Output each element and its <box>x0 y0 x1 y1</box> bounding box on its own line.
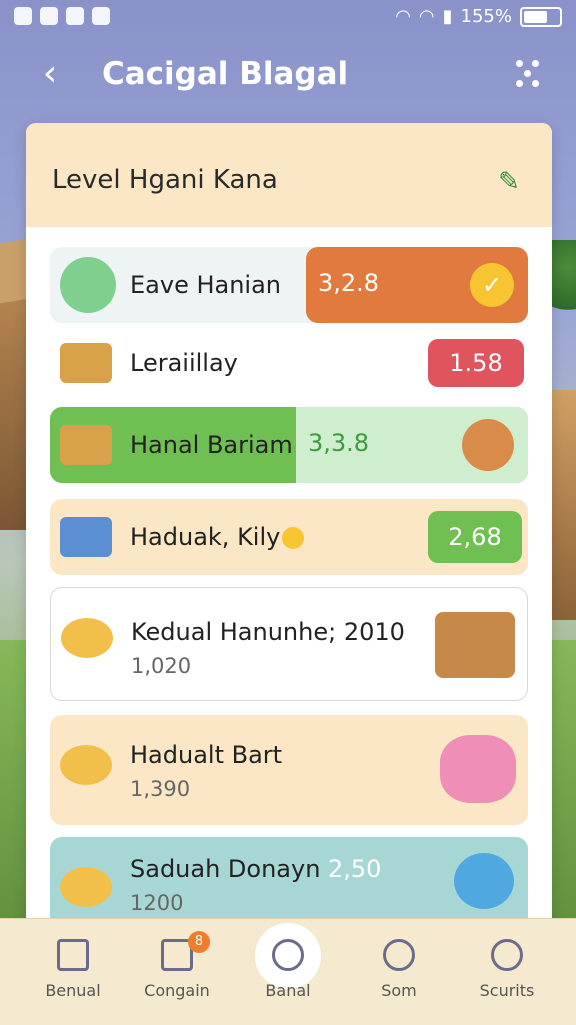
list-item[interactable]: Haduak, Kily 2,68 <box>50 499 528 575</box>
status-left-icons <box>14 7 110 25</box>
coin-icon <box>282 527 304 549</box>
row-sub-value: 1,390 <box>130 777 191 801</box>
animal-icon <box>462 419 514 471</box>
item-thumbnail <box>60 343 112 383</box>
tab-label: Scurits <box>479 981 535 1000</box>
tab-label: Congain <box>144 981 210 1000</box>
coin-stack-icon <box>61 618 113 658</box>
profile-icon <box>383 939 415 971</box>
notification-badge: 8 <box>188 931 210 953</box>
battery-icon <box>520 6 562 27</box>
back-icon[interactable]: ‹ <box>30 54 70 94</box>
row-name: Haduak, Kily <box>130 523 281 551</box>
row-sub-value: 1200 <box>130 891 184 915</box>
list-item[interactable]: Leraiillay 1.58 <box>50 333 528 393</box>
coin-stack-icon <box>60 745 112 785</box>
location-icon <box>66 7 84 25</box>
tab-label: Banal <box>265 981 311 1000</box>
item-thumbnail <box>60 425 112 465</box>
tab-label: Benual <box>45 981 101 1000</box>
home-icon <box>57 939 89 971</box>
row-name: Saduah Donayn <box>130 855 321 883</box>
score-pill: 2,68 <box>428 511 522 563</box>
battery-text: 155% <box>460 6 512 27</box>
settings-notification-icon <box>40 7 58 25</box>
score-value: 3,3.8 <box>308 429 370 457</box>
coin-stack-icon <box>60 867 112 907</box>
avatar <box>60 257 116 313</box>
tab-benual[interactable]: Benual <box>18 927 128 1017</box>
row-name: Hadualt Bart <box>130 741 283 769</box>
search-icon <box>272 939 304 971</box>
search-icon <box>491 939 523 971</box>
status-bar: ◠ ◠ ▮ 155% <box>0 0 576 36</box>
status-right-icons: ◠ ◠ ▮ 155% <box>395 6 562 27</box>
row-name: Eave Hanian <box>130 271 282 299</box>
edit-icon[interactable]: ✎ <box>494 167 524 197</box>
page-title: Cacigal Blagal <box>102 56 349 92</box>
check-badge-icon: ✓ <box>470 263 514 307</box>
fox-chest-icon <box>435 612 515 678</box>
tab-som[interactable]: Som <box>344 927 454 1017</box>
item-thumbnail <box>60 517 112 557</box>
bird-icon <box>454 853 514 909</box>
row-sub-value: 1,020 <box>131 654 192 678</box>
score-value: 3,2.8 <box>318 269 380 297</box>
wifi-icon: ◠ <box>395 6 411 27</box>
pig-icon <box>440 735 516 803</box>
row-name: Hanal Bariam <box>130 431 293 459</box>
bottom-tab-bar: Benual 8 Congain Banal Som Scurits <box>0 918 576 1025</box>
gallery-icon <box>92 7 110 25</box>
score-pill: 3,2.8 ✓ <box>306 247 528 323</box>
list-item[interactable]: Eave Hanian 3,2.8 ✓ <box>50 247 528 323</box>
list-item[interactable]: Kedual Hanunhe; 2010 1,020 <box>50 587 528 701</box>
signal-icon: ▮ <box>442 6 453 27</box>
list-item[interactable]: Hadualt Bart 1,390 <box>50 715 528 825</box>
leaderboard-card: Level Hgani Kana ✎ Eave Hanian 3,2.8 ✓ L… <box>26 123 552 943</box>
score-pill: 1.58 <box>428 339 524 387</box>
score-area: 3,3.8 <box>296 407 528 483</box>
app-header: ‹ Cacigal Blagal <box>0 44 576 108</box>
tab-congain[interactable]: 8 Congain <box>122 927 232 1017</box>
tab-banal[interactable]: Banal <box>233 923 343 1017</box>
more-dots-icon[interactable] <box>512 56 548 92</box>
tab-scurits[interactable]: Scurits <box>452 927 562 1017</box>
wifi-icon-2: ◠ <box>418 6 435 27</box>
row-name: Leraiillay <box>130 349 238 377</box>
card-header: Level Hgani Kana ✎ <box>26 123 552 227</box>
list-item[interactable]: Hanal Bariam 3,3.8 <box>50 407 528 483</box>
tab-label: Som <box>381 981 417 1000</box>
app-notification-icon <box>14 7 32 25</box>
card-title: Level Hgani Kana <box>52 165 278 195</box>
row-name: Kedual Hanunhe; 2010 <box>131 618 405 646</box>
score-value: 2,50 <box>328 855 382 883</box>
